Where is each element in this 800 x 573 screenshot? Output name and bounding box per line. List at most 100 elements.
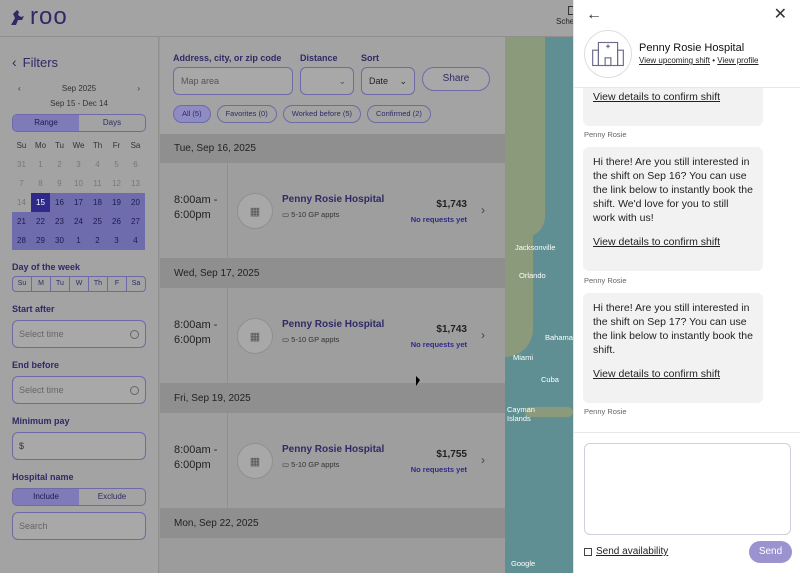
message-bubble: View details to confirm shift (583, 88, 763, 126)
calendar-day[interactable]: 28 (12, 231, 31, 250)
day-header: Mon, Sep 22, 2025 (160, 509, 505, 538)
calendar-day[interactable]: 21 (12, 212, 31, 231)
confirm-shift-link[interactable]: View details to confirm shift (593, 367, 753, 381)
back-arrow-icon[interactable]: ← (586, 6, 602, 24)
shift-hospital-name: Penny Rosie Hospital (282, 444, 385, 455)
view-profile-link[interactable]: View profile (717, 56, 758, 65)
confirm-shift-link[interactable]: View details to confirm shift (593, 90, 753, 104)
day-of-week-option[interactable]: Sa (127, 277, 145, 291)
calendar-day[interactable]: 13 (126, 174, 145, 193)
calendar-day[interactable]: 1 (31, 155, 50, 174)
sort-label: Sort (361, 53, 379, 63)
confirm-shift-link[interactable]: View details to confirm shift (593, 235, 753, 249)
end-before-input[interactable]: Select time (12, 376, 146, 404)
map-view[interactable]: Jacksonville Orlando Miami Bahamas Cuba … (505, 37, 573, 573)
day-of-week-option[interactable]: W (70, 277, 89, 291)
calendar-day[interactable]: 14 (12, 193, 31, 212)
logo-text: roo (30, 3, 68, 30)
weekday-header: We (72, 141, 85, 150)
calendar-day[interactable]: 9 (50, 174, 69, 193)
calendar-day[interactable]: 29 (31, 231, 50, 250)
include-button[interactable]: Include (13, 489, 79, 505)
address-placeholder: Map area (181, 76, 220, 86)
calendar-day[interactable]: 12 (107, 174, 126, 193)
shift-request-status: No requests yet (410, 215, 467, 224)
logo[interactable]: roo (8, 3, 68, 30)
message-bubble: Hi there! Are you still interested in th… (583, 147, 763, 271)
calendar-day[interactable]: 31 (12, 155, 31, 174)
shift-card[interactable]: 8:00am -6:00pm ▦ Penny Rosie Hospital ▭ 5-1… (160, 288, 505, 384)
calendar-day[interactable]: 6 (126, 155, 145, 174)
day-of-week-option[interactable]: Th (89, 277, 108, 291)
calendar-day[interactable]: 10 (69, 174, 88, 193)
send-availability[interactable]: Send availability (584, 546, 668, 557)
calendar-day[interactable]: 15 (31, 193, 50, 212)
calendar-day[interactable]: 17 (69, 193, 88, 212)
calendar-day[interactable]: 24 (69, 212, 88, 231)
send-availability-label: Send availability (596, 546, 669, 557)
calendar-day[interactable]: 27 (126, 212, 145, 231)
calendar-day[interactable]: 4 (88, 155, 107, 174)
calendar-day[interactable]: 30 (50, 231, 69, 250)
day-of-week-option[interactable]: F (108, 277, 127, 291)
calendar-day[interactable]: 7 (12, 174, 31, 193)
shift-hospital-name: Penny Rosie Hospital (282, 194, 385, 205)
mode-days-button[interactable]: Days (79, 115, 145, 131)
calendar-day[interactable]: 25 (88, 212, 107, 231)
start-after-input[interactable]: Select time (12, 320, 146, 348)
prev-month-button[interactable]: ‹ (18, 84, 21, 93)
day-of-week-option[interactable]: Su (13, 277, 32, 291)
send-button[interactable]: Send (749, 541, 792, 563)
filter-chip[interactable]: All (5) (173, 105, 211, 123)
close-icon[interactable]: ✕ (774, 4, 787, 24)
filter-chip[interactable]: Confirmed (2) (367, 105, 431, 123)
mode-range-button[interactable]: Range (13, 115, 79, 131)
calendar-day[interactable]: 1 (69, 231, 88, 250)
shift-card[interactable]: 8:00am -6:00pm ▦ Penny Rosie Hospital ▭ 5-1… (160, 413, 505, 509)
chat-hospital-name: Penny Rosie Hospital (639, 42, 745, 54)
message-text: Hi there! Are you still interested in th… (593, 156, 753, 224)
calendar-day[interactable]: 23 (50, 212, 69, 231)
calendar-day[interactable]: 4 (126, 231, 145, 250)
message-list: View details to confirm shift Penny Rosi… (574, 88, 800, 432)
calendar-day[interactable]: 3 (107, 231, 126, 250)
sort-select[interactable]: Date ⌄ (361, 67, 415, 95)
filter-chip[interactable]: Favorites (0) (216, 105, 277, 123)
calendar-day[interactable]: 11 (88, 174, 107, 193)
calendar-day[interactable]: 16 (50, 193, 69, 212)
calendar-day[interactable]: 18 (88, 193, 107, 212)
shift-list-panel: Address, city, or zip code Map area Dist… (160, 37, 505, 573)
shift-list: Tue, Sep 16, 2025 8:00am -6:00pm ▦ Penny Ro… (160, 134, 505, 538)
shift-card[interactable]: 8:00am -6:00pm ▦ Penny Rosie Hospital ▭ 5-1… (160, 163, 505, 259)
view-upcoming-shift-link[interactable]: View upcoming shift (639, 56, 710, 65)
calendar-day[interactable]: 26 (107, 212, 126, 231)
minimum-pay-input[interactable]: $ (12, 432, 146, 460)
map-label: Miami (513, 353, 533, 362)
filters-header[interactable]: ‹ Filters (12, 54, 146, 70)
calendar-day[interactable]: 19 (107, 193, 126, 212)
calendar-day[interactable]: 2 (50, 155, 69, 174)
filter-chip[interactable]: Worked before (5) (282, 105, 361, 123)
message-sender: Penny Rosie (584, 130, 627, 139)
message-input[interactable] (584, 443, 791, 535)
chat-panel: ← ✕ Penny Rosie Hospital View upcoming s… (573, 0, 800, 573)
hospital-links: View upcoming shift • View profile (639, 56, 759, 65)
next-month-button[interactable]: › (137, 84, 140, 93)
exclude-button[interactable]: Exclude (79, 489, 145, 505)
calendar-day[interactable]: 3 (69, 155, 88, 174)
calendar-day[interactable]: 22 (31, 212, 50, 231)
day-of-week-option[interactable]: M (32, 277, 51, 291)
calendar-day[interactable]: 5 (107, 155, 126, 174)
distance-select[interactable]: ⌄ (300, 67, 354, 95)
calendar-day[interactable]: 20 (126, 193, 145, 212)
day-of-week-option[interactable]: Tu (51, 277, 70, 291)
hospital-search-input[interactable]: Search (12, 512, 146, 540)
start-after-placeholder: Select time (19, 329, 64, 339)
share-button[interactable]: Share (422, 67, 490, 91)
chevron-down-icon: ⌄ (399, 75, 407, 86)
divider (227, 163, 228, 259)
calendar-day[interactable]: 2 (88, 231, 107, 250)
address-input[interactable]: Map area (173, 67, 293, 95)
calendar-day[interactable]: 8 (31, 174, 50, 193)
range-text: Sep 15 - Dec 14 (50, 99, 108, 108)
